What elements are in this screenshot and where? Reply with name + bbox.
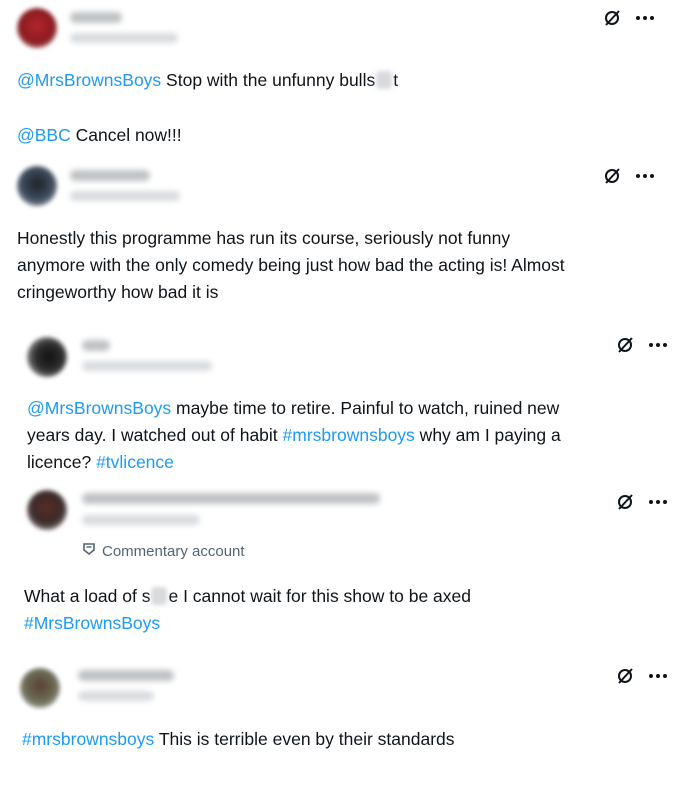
avatar[interactable]: [20, 668, 60, 708]
author-name-redacted: [82, 340, 110, 351]
more-icon[interactable]: [647, 497, 669, 507]
censor-blur: [376, 71, 393, 89]
post-text-line: @BBC Cancel now!!!: [17, 125, 182, 145]
avatar[interactable]: [27, 490, 67, 530]
commentary-badge: Commentary account: [82, 542, 245, 560]
hashtag-link[interactable]: #mrsbrownsboys: [283, 425, 415, 445]
author-handle-redacted: [70, 33, 178, 43]
author-handle-redacted: [70, 191, 180, 201]
post-actions: [615, 335, 669, 355]
post-text-line: @MrsBrownsBoys maybe time to retire. Pai…: [27, 398, 560, 418]
post-text-line: licence? #tvlicence: [27, 452, 174, 472]
grok-icon[interactable]: [615, 335, 635, 355]
post-text-line: #MrsBrownsBoys: [24, 610, 160, 636]
author-handle-redacted: [82, 515, 200, 525]
author-handle-redacted: [78, 691, 154, 701]
post-1: @MrsBrownsBoys Stop with the unfunny bul…: [0, 0, 693, 160]
censor-blur: [151, 587, 168, 605]
post-text-line: anymore with the only comedy being just …: [17, 255, 565, 275]
author-name-redacted: [78, 670, 174, 681]
post-text-line: years day. I watched out of habit #mrsbr…: [27, 425, 561, 445]
mention-link[interactable]: @MrsBrownsBoys: [17, 70, 161, 90]
post-text-line: cringeworthy how bad it is: [17, 282, 219, 302]
avatar[interactable]: [27, 337, 67, 377]
commentary-badge-icon: [82, 542, 96, 560]
grok-icon[interactable]: [615, 492, 635, 512]
post-actions: [615, 492, 669, 512]
post-text-line: #mrsbrownsboys This is terrible even by …: [22, 729, 455, 749]
post-actions: [602, 8, 656, 28]
post-4: Commentary account What a load of se I c…: [0, 482, 693, 642]
more-icon[interactable]: [634, 13, 656, 23]
mention-link[interactable]: @BBC: [17, 125, 71, 145]
post-5: #mrsbrownsboys This is terrible even by …: [0, 652, 693, 800]
commentary-badge-label: Commentary account: [102, 542, 245, 560]
more-icon[interactable]: [647, 340, 669, 350]
author-name-redacted: [82, 493, 380, 504]
more-icon[interactable]: [634, 171, 656, 181]
post-text-line: @MrsBrownsBoys Stop with the unfunny bul…: [17, 70, 399, 90]
post-2: Honestly this programme has run its cour…: [0, 160, 693, 320]
author-name-redacted: [70, 170, 150, 181]
post-text-line: What a load of se I cannot wait for this…: [24, 586, 472, 606]
hashtag-link[interactable]: #tvlicence: [96, 452, 174, 472]
grok-icon[interactable]: [615, 666, 635, 686]
avatar[interactable]: [17, 8, 57, 48]
post-text-line: Honestly this programme has run its cour…: [17, 228, 511, 248]
mention-link[interactable]: @MrsBrownsBoys: [27, 398, 171, 418]
avatar[interactable]: [17, 166, 57, 206]
more-icon[interactable]: [647, 671, 669, 681]
hashtag-link[interactable]: #MrsBrownsBoys: [24, 613, 160, 633]
post-actions: [602, 166, 656, 186]
hashtag-link[interactable]: #mrsbrownsboys: [22, 729, 154, 749]
author-name-redacted: [70, 12, 122, 23]
post-actions: [615, 666, 669, 686]
grok-icon[interactable]: [602, 8, 622, 28]
post-3: @MrsBrownsBoys maybe time to retire. Pai…: [0, 325, 693, 480]
author-handle-redacted: [82, 361, 212, 371]
grok-icon[interactable]: [602, 166, 622, 186]
